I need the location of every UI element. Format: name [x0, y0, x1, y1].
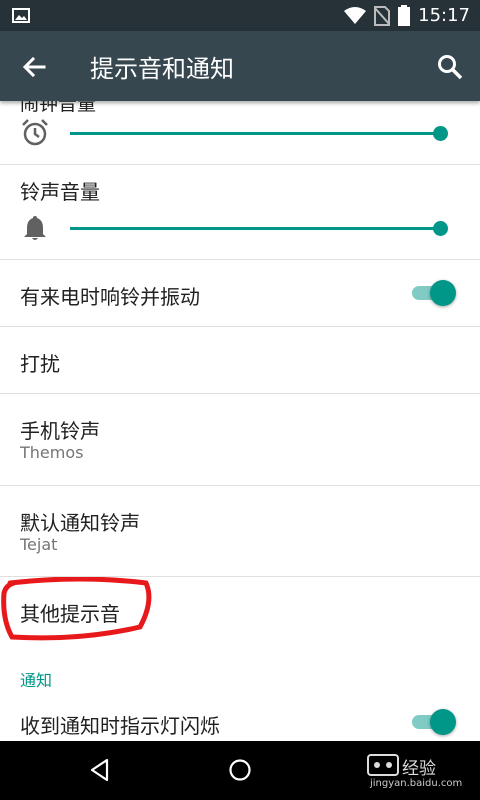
app-bar: 提示音和通知: [0, 31, 480, 101]
alarm-volume-slider[interactable]: [70, 132, 440, 135]
ring-volume-label: 铃声音量: [20, 180, 100, 204]
baidu-logo: [367, 754, 399, 776]
phone-ringtone-label[interactable]: 手机铃声: [20, 415, 100, 444]
alarm-volume-thumb[interactable]: [432, 126, 448, 141]
no-sim-icon: [374, 5, 391, 26]
alarm-volume-label: 闹钟音量: [20, 101, 97, 115]
status-bar: 15:17: [0, 0, 480, 31]
divider: [0, 259, 480, 260]
switch-thumb: [430, 709, 456, 735]
nav-home-icon[interactable]: [228, 758, 252, 782]
divider: [0, 393, 480, 394]
switch-thumb: [430, 280, 456, 306]
settings-list[interactable]: 闹钟音量 铃声音量 有来电时响铃并振动 打扰 手机铃声 Themos 默认通知铃…: [0, 101, 480, 741]
divider: [0, 326, 480, 327]
divider: [0, 164, 480, 165]
wifi-icon: [344, 6, 367, 24]
bell-icon: [24, 216, 46, 240]
clock-time: 15:17: [418, 5, 470, 26]
phone-ringtone-value: Themos: [20, 443, 84, 462]
watermark: 经验 jingyan.baidu.com: [366, 749, 474, 791]
page-title: 提示音和通知: [90, 55, 234, 83]
nav-back-icon[interactable]: [88, 758, 112, 782]
ring-volume-thumb[interactable]: [432, 221, 448, 236]
alarm-clock-icon: [22, 119, 48, 146]
notification-section-header: 通知: [20, 671, 53, 690]
red-highlight-circle: [1, 577, 152, 641]
ring-volume-slider[interactable]: [70, 227, 440, 230]
pulse-notification-light-label[interactable]: 收到通知时指示灯闪烁: [20, 710, 220, 739]
gallery-icon: [12, 8, 30, 23]
search-icon[interactable]: [436, 53, 464, 81]
default-notification-ringtone-value: Tejat: [20, 535, 58, 554]
interruptions-label[interactable]: 打扰: [20, 348, 60, 377]
vibrate-on-ring-label[interactable]: 有来电时响铃并振动: [20, 281, 200, 310]
battery-icon: [398, 5, 411, 26]
arrow-back-icon[interactable]: [20, 53, 48, 81]
divider: [0, 485, 480, 486]
vibrate-on-ring-switch[interactable]: [412, 278, 458, 308]
watermark-text: 经验: [402, 759, 436, 779]
navigation-bar: 经验 jingyan.baidu.com: [0, 741, 480, 800]
pulse-notification-light-switch[interactable]: [412, 707, 458, 737]
watermark-url: jingyan.baidu.com: [370, 778, 463, 789]
default-notification-ringtone-label[interactable]: 默认通知铃声: [20, 507, 140, 536]
